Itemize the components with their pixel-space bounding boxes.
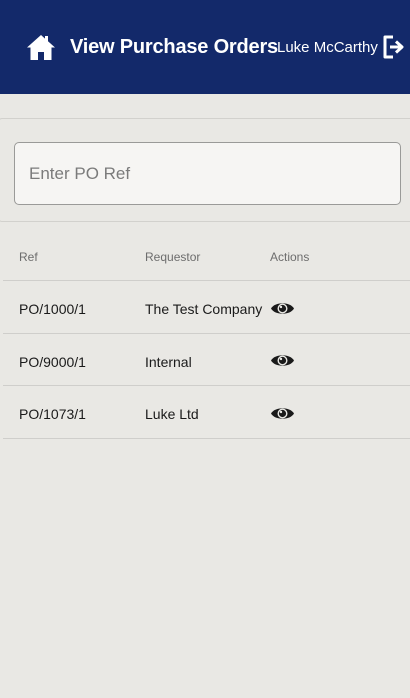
user-name[interactable]: Luke McCarthy (277, 39, 378, 56)
po-ref-search-input[interactable] (14, 142, 401, 205)
po-ref-cell: PO/1073/1 (19, 406, 86, 422)
eye-icon (270, 302, 294, 314)
po-ref-cell: PO/1000/1 (19, 301, 86, 317)
view-po-button[interactable] (269, 352, 295, 370)
po-ref-cell: PO/9000/1 (19, 353, 86, 370)
table-row[interactable]: PO/1073/1 Luke Ltd (3, 386, 410, 439)
requestor-cell: Internal (145, 353, 192, 370)
table-row[interactable]: PO/1000/1 The Test Company (3, 281, 410, 334)
requestor-cell: Luke Ltd (145, 406, 199, 422)
home-button[interactable] (25, 32, 57, 62)
requestor-cell: The Test Company (145, 301, 263, 317)
table-header: Ref Requestor Actions (3, 236, 410, 281)
column-header-requestor: Requestor (145, 250, 201, 264)
page-title: View Purchase Orders (70, 36, 278, 58)
purchase-orders-table: Ref Requestor Actions PO/1000/1 The Test… (3, 236, 410, 439)
app-header: View Purchase Orders Luke McCarthy (0, 0, 410, 94)
view-po-button[interactable] (269, 299, 295, 317)
view-po-button[interactable] (269, 404, 295, 422)
home-icon (27, 34, 55, 60)
logout-button[interactable] (381, 34, 405, 60)
eye-icon (270, 355, 294, 366)
logout-icon (383, 35, 404, 59)
table-row[interactable]: PO/9000/1 Internal (3, 334, 410, 386)
column-header-actions: Actions (270, 250, 310, 264)
eye-icon (270, 407, 294, 419)
column-header-ref: Ref (19, 250, 38, 264)
